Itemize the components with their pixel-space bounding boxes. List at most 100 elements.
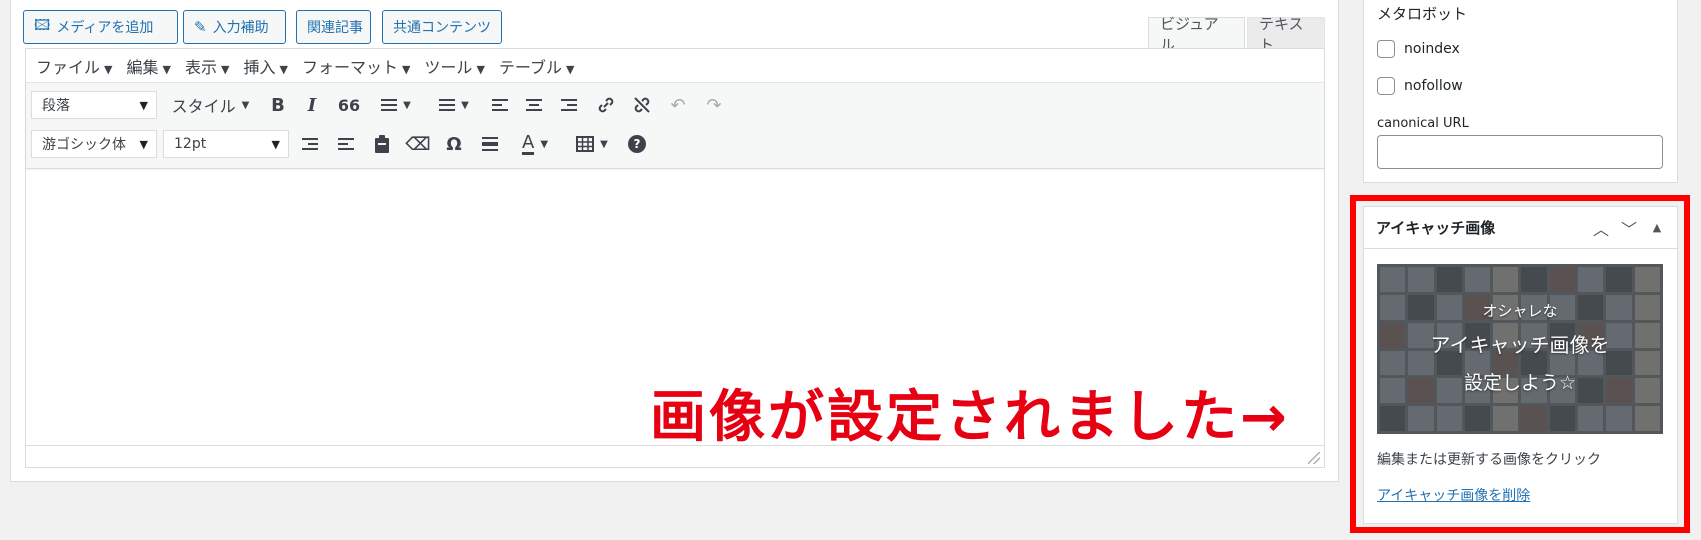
text-color-icon: A [521,131,535,155]
link-icon [598,97,614,113]
blockquote-button[interactable]: 66 [336,91,362,119]
noindex-checkbox[interactable] [1377,40,1395,58]
font-size-value: 12pt [174,136,207,152]
input-assist-label: 入力補助 [212,20,269,36]
special-char-button[interactable]: Ω [442,130,466,158]
menu-edit[interactable]: 編集 ▼ [126,54,170,78]
chevron-down-icon: ▼ [139,98,148,112]
align-left-button[interactable] [488,91,512,119]
menu-view[interactable]: 表示 ▼ [185,54,229,78]
chevron-down-icon: ▼ [162,62,171,76]
table-icon [576,136,595,152]
chevron-down-icon: ▼ [271,137,280,151]
menu-table-label: テーブル [498,57,562,77]
font-family-select[interactable]: 游ゴシック体 ▼ [31,130,157,158]
hr-icon [482,134,498,154]
table-button[interactable]: ▼ [572,130,612,158]
chevron-down-icon: ▼ [279,62,288,76]
bold-button[interactable]: B [266,91,290,119]
menu-tools[interactable]: ツール ▼ [424,54,484,78]
menu-file-label: ファイル [36,57,101,77]
paste-text-button[interactable] [370,130,394,158]
align-right-icon [561,96,577,114]
undo-icon: ↶ [670,94,686,116]
editor-menubar: ファイル ▼ 編集 ▼ 表示 ▼ 挿入 ▼ フォーマット ▼ ツール ▼ テーブル ▼ [26,49,1324,83]
font-size-select[interactable]: 12pt ▼ [163,130,289,158]
align-center-button[interactable] [522,91,546,119]
bullet-list-button[interactable]: ▼ [374,91,418,119]
menu-view-label: 表示 [184,57,217,77]
highlight-frame [1350,195,1690,533]
chevron-down-icon: ▼ [139,137,148,151]
align-center-icon [526,96,542,114]
redo-icon: ↷ [706,94,722,116]
font-family-value: 游ゴシック体 [42,137,126,153]
input-assist-button[interactable]: ✎ 入力補助 [183,10,286,44]
chevron-down-icon: ▼ [476,62,485,76]
menu-edit-label: 編集 [126,57,159,77]
clear-format-button[interactable]: ⌫ [405,130,431,158]
menu-format[interactable]: フォーマット ▼ [302,54,410,78]
shared-content-button[interactable]: 共通コンテンツ [382,10,502,44]
paragraph-select[interactable]: 段落 ▼ [31,91,157,119]
related-posts-label: 関連記事 [307,20,363,36]
shared-content-label: 共通コンテンツ [393,20,491,36]
help-icon: ? [628,135,646,153]
eraser-icon: ⌫ [405,133,431,155]
redo-button[interactable]: ↷ [702,91,726,119]
chevron-down-icon: ▼ [220,62,230,76]
quote-icon: 66 [337,95,361,115]
bold-icon: B [271,94,285,116]
text-color-button[interactable]: A ▼ [512,130,558,158]
indent-icon [338,135,354,153]
menu-insert[interactable]: 挿入 ▼ [243,54,287,78]
outdent-icon [302,135,318,153]
numbered-list-icon [439,96,456,114]
remove-link-button[interactable] [630,91,654,119]
numbered-list-button[interactable]: ▼ [432,91,476,119]
align-left-icon [492,96,508,114]
pencil-icon: ✎ [194,18,207,36]
canonical-url-input[interactable] [1377,135,1663,169]
chevron-down-icon: ▼ [104,62,113,76]
italic-button[interactable]: I [300,91,324,119]
paragraph-select-value: 段落 [42,98,70,114]
chevron-down-icon: ▼ [461,99,469,111]
noindex-label: noindex [1404,41,1460,57]
add-media-label: メディアを追加 [56,20,154,36]
nofollow-checkbox[interactable] [1377,77,1395,95]
chevron-down-icon: ▼ [401,62,411,76]
align-right-button[interactable] [557,91,581,119]
menu-tools-label: ツール [424,57,473,77]
chevron-down-icon: ▼ [403,99,411,111]
chevron-down-icon: ▼ [565,62,575,76]
tab-text[interactable]: テキスト [1247,15,1325,54]
canonical-url-label: canonical URL [1377,116,1469,131]
clipboard-icon [375,135,389,153]
outdent-button[interactable] [298,130,322,158]
help-button[interactable]: ? [624,130,650,158]
meta-robots-title: メタロボット [1377,5,1468,23]
menu-table[interactable]: テーブル ▼ [499,54,575,78]
italic-icon: I [307,94,317,116]
nofollow-label: nofollow [1404,78,1463,94]
style-dropdown[interactable]: スタイル ▼ [168,91,253,119]
horizontal-line-button[interactable] [478,130,502,158]
omega-icon: Ω [446,133,462,155]
unlink-icon [634,97,650,113]
chevron-down-icon: ▼ [241,99,250,111]
menu-insert-label: 挿入 [243,57,276,77]
media-icon: 🖾 [34,15,51,34]
bullet-list-icon [381,96,398,114]
add-media-button[interactable]: 🖾 メディアを追加 [23,10,178,44]
chevron-down-icon: ▼ [540,138,549,150]
tab-visual[interactable]: ビジュアル [1148,15,1245,54]
resize-grip-icon[interactable] [1308,452,1320,464]
indent-button[interactable] [334,130,358,158]
annotation-text: 画像が設定されました→ [650,385,1290,450]
menu-file[interactable]: ファイル ▼ [36,54,112,78]
insert-link-button[interactable] [594,91,618,119]
undo-button[interactable]: ↶ [666,91,690,119]
related-posts-button[interactable]: 関連記事 [296,10,371,44]
chevron-down-icon: ▼ [600,138,608,150]
